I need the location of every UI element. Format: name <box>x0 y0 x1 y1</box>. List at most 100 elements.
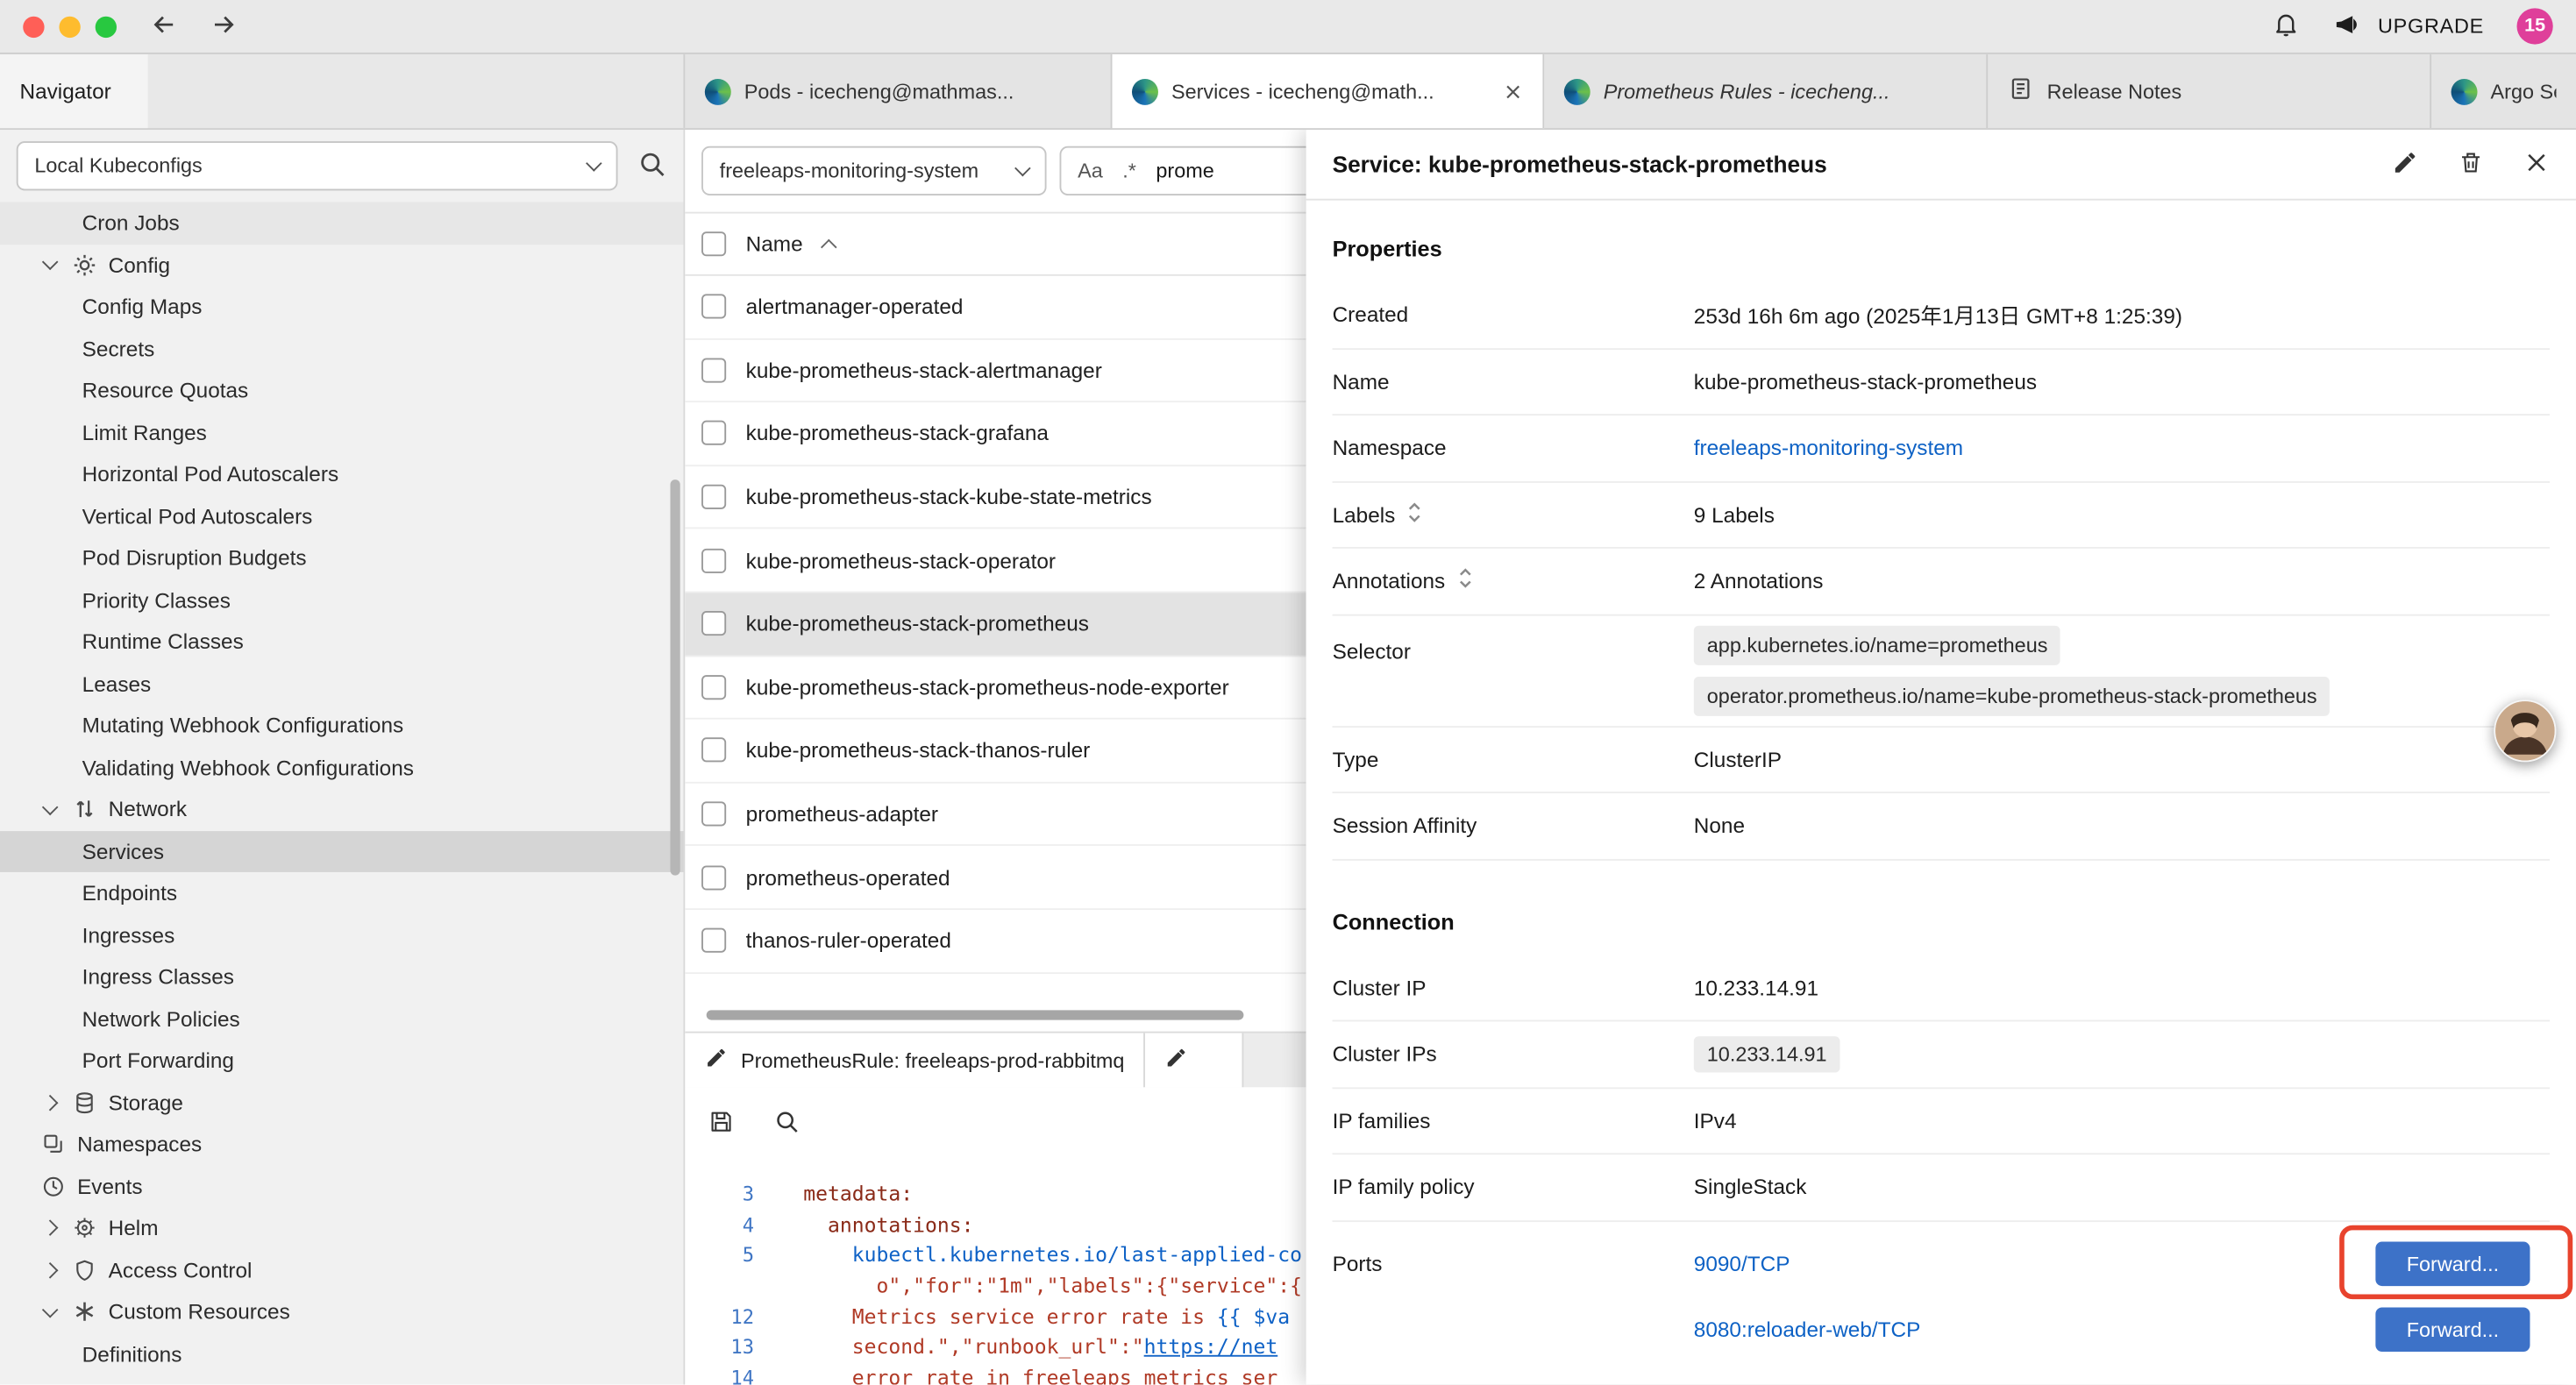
port-link[interactable]: 8080:reloader-web/TCP <box>1694 1318 1921 1342</box>
property-row-ip-family-policy: IP family policy SingleStack <box>1333 1154 2550 1221</box>
sidebar-item-services[interactable]: Services <box>0 830 683 872</box>
sidebar-item-endpoints[interactable]: Endpoints <box>0 872 683 914</box>
dock-tab-prometheusrule[interactable]: PrometheusRule: freeleaps-prod-rabbitmq <box>685 1033 1145 1088</box>
table-row[interactable]: alertmanager-operated <box>685 276 1306 339</box>
row-checkbox[interactable] <box>701 358 726 382</box>
regex-toggle[interactable]: .* <box>1122 160 1136 182</box>
table-row[interactable]: prometheus-operated <box>685 847 1306 910</box>
table-row[interactable]: thanos-ruler-operated <box>685 910 1306 973</box>
save-icon[interactable] <box>708 1108 735 1140</box>
row-checkbox[interactable] <box>701 738 726 763</box>
row-checkbox[interactable] <box>701 801 726 826</box>
sidebar-item-horizontal-pod-autoscalers[interactable]: Horizontal Pod Autoscalers <box>0 453 683 495</box>
name-column-header[interactable]: Name <box>746 231 803 256</box>
forward-button[interactable]: Forward... <box>2375 1307 2530 1352</box>
dock-tab-partial[interactable] <box>1146 1033 1244 1088</box>
tab-services[interactable]: Services - icecheng@math... <box>1112 54 1544 128</box>
sort-updown-icon[interactable] <box>1456 567 1473 595</box>
sidebar-item-custom-resources[interactable]: Custom Resources <box>0 1291 683 1333</box>
chevron-down-icon[interactable] <box>39 1301 60 1322</box>
sidebar-search-icon[interactable] <box>637 149 667 183</box>
row-checkbox[interactable] <box>701 865 726 890</box>
sidebar-item-pod-disruption-budgets[interactable]: Pod Disruption Budgets <box>0 537 683 579</box>
horizontal-scrollbar[interactable] <box>707 1010 1244 1019</box>
table-row[interactable]: kube-prometheus-stack-prometheus-node-ex… <box>685 657 1306 720</box>
zoom-window-button[interactable] <box>96 16 117 37</box>
row-checkbox[interactable] <box>701 548 726 572</box>
sidebar-item-mutating-webhook-configurations[interactable]: Mutating Webhook Configurations <box>0 705 683 747</box>
sidebar-item-access-control[interactable]: Access Control <box>0 1249 683 1291</box>
close-tab-icon[interactable] <box>1503 82 1522 101</box>
sidebar-item-secrets[interactable]: Secrets <box>0 328 683 370</box>
sidebar-item-port-forwarding[interactable]: Port Forwarding <box>0 1040 683 1082</box>
table-row[interactable]: kube-prometheus-stack-grafana <box>685 402 1306 465</box>
row-checkbox[interactable] <box>701 485 726 509</box>
sidebar-item-cron-jobs[interactable]: Cron Jobs <box>0 202 683 244</box>
match-case-toggle[interactable]: Aa <box>1078 160 1103 182</box>
delete-trash-icon[interactable] <box>2458 149 2484 181</box>
forward-icon[interactable] <box>209 9 238 43</box>
sidebar-item-limit-ranges[interactable]: Limit Ranges <box>0 411 683 453</box>
sidebar-item-helm[interactable]: Helm <box>0 1207 683 1249</box>
tab-pods[interactable]: Pods - icecheng@mathmas... <box>685 54 1112 128</box>
select-all-checkbox[interactable] <box>701 231 726 256</box>
sidebar-item-namespaces[interactable]: Namespaces <box>0 1124 683 1166</box>
avatar[interactable] <box>2494 700 2556 762</box>
namespace-select[interactable]: freeleaps-monitoring-system <box>701 146 1046 195</box>
sidebar-item-network-policies[interactable]: Network Policies <box>0 998 683 1040</box>
search-input[interactable]: Aa .* prome <box>1060 146 1306 195</box>
notification-count-badge[interactable]: 15 <box>2517 8 2553 44</box>
tab-argo[interactable]: Argo Se <box>2431 54 2576 128</box>
sidebar-item-resource-quotas[interactable]: Resource Quotas <box>0 370 683 412</box>
close-drawer-icon[interactable] <box>2523 149 2550 181</box>
table-row[interactable]: kube-prometheus-stack-alertmanager <box>685 339 1306 402</box>
cluster-icon <box>1132 78 1158 104</box>
port-link[interactable]: 9090/TCP <box>1694 1252 1790 1276</box>
navigator-tab[interactable]: Navigator <box>0 54 148 128</box>
sidebar-item-config[interactable]: Config <box>0 244 683 286</box>
sidebar-item-storage[interactable]: Storage <box>0 1082 683 1124</box>
sidebar-item-ingresses[interactable]: Ingresses <box>0 914 683 956</box>
row-checkbox[interactable] <box>701 928 726 953</box>
chevron-down-icon[interactable] <box>39 254 60 275</box>
sidebar-item-network[interactable]: Network <box>0 788 683 830</box>
table-row[interactable]: prometheus-adapter <box>685 783 1306 846</box>
chevron-right-icon[interactable] <box>39 1260 60 1281</box>
minimize-window-button[interactable] <box>59 16 80 37</box>
table-row[interactable]: kube-prometheus-stack-kube-state-metrics <box>685 466 1306 529</box>
sort-updown-icon[interactable] <box>1406 501 1423 529</box>
tab-release-notes[interactable]: Release Notes <box>1988 54 2431 128</box>
sidebar-item-vertical-pod-autoscalers[interactable]: Vertical Pod Autoscalers <box>0 495 683 537</box>
yaml-editor[interactable]: 3metadata: 4 annotations: 5 kubectl.kube… <box>685 1160 1306 1385</box>
sidebar-item-leases[interactable]: Leases <box>0 663 683 705</box>
kubeconfig-select[interactable]: Local Kubeconfigs <box>17 141 618 190</box>
upgrade-button[interactable]: UPGRADE <box>2333 9 2484 43</box>
sidebar-item-runtime-classes[interactable]: Runtime Classes <box>0 621 683 663</box>
sort-ascending-icon[interactable] <box>820 239 836 256</box>
sidebar-item-priority-classes[interactable]: Priority Classes <box>0 579 683 621</box>
chevron-right-icon[interactable] <box>39 1218 60 1239</box>
editor-search-icon[interactable] <box>774 1108 801 1140</box>
row-checkbox[interactable] <box>701 295 726 319</box>
namespace-link[interactable]: freeleaps-monitoring-system <box>1694 436 1963 460</box>
back-icon[interactable] <box>150 9 180 43</box>
sidebar-scrollbar[interactable] <box>670 479 680 876</box>
sidebar-item-validating-webhook-configurations[interactable]: Validating Webhook Configurations <box>0 747 683 789</box>
row-checkbox[interactable] <box>701 612 726 636</box>
tab-prometheus-rules[interactable]: Prometheus Rules - icecheng... <box>1544 54 1988 128</box>
close-window-button[interactable] <box>23 16 44 37</box>
table-row[interactable]: kube-prometheus-stack-thanos-ruler <box>685 720 1306 783</box>
chevron-right-icon[interactable] <box>39 1092 60 1113</box>
sidebar-item-definitions[interactable]: Definitions <box>0 1333 683 1375</box>
sidebar-item-config-maps[interactable]: Config Maps <box>0 286 683 328</box>
chevron-down-icon[interactable] <box>39 799 60 820</box>
row-checkbox[interactable] <box>701 675 726 700</box>
table-row[interactable]: kube-prometheus-stack-operator <box>685 529 1306 593</box>
notifications-bell-icon[interactable] <box>2273 10 2301 42</box>
row-checkbox[interactable] <box>701 422 726 446</box>
table-row-selected[interactable]: kube-prometheus-stack-prometheus <box>685 593 1306 656</box>
sidebar-item-events[interactable]: Events <box>0 1165 683 1207</box>
forward-button[interactable]: Forward... <box>2375 1242 2530 1287</box>
edit-pencil-icon[interactable] <box>2392 149 2418 181</box>
sidebar-item-ingress-classes[interactable]: Ingress Classes <box>0 955 683 998</box>
